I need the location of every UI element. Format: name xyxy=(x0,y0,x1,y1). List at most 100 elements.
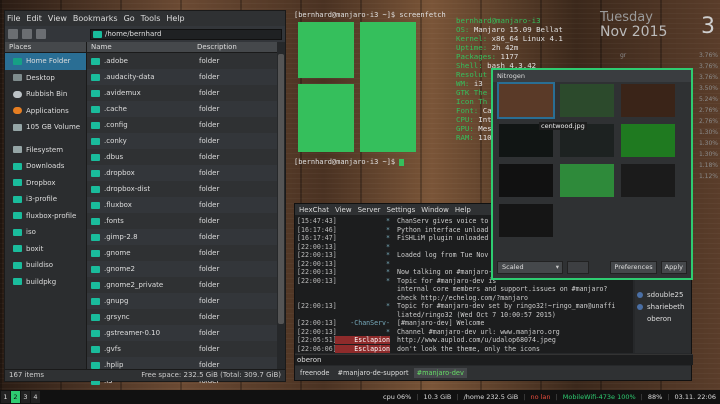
sysinfo-line: WM: i3 xyxy=(456,79,483,88)
up-button[interactable] xyxy=(36,29,46,39)
wallpaper-thumbnail[interactable] xyxy=(499,204,553,237)
menu-file[interactable]: File xyxy=(7,14,20,23)
file-name: .gstreamer-0.10 xyxy=(104,329,161,337)
file-row[interactable]: .gnome folder xyxy=(87,245,285,261)
wifi-status: MobileWifi-473e 100% xyxy=(562,393,636,401)
file-name: .fluxbox xyxy=(104,201,132,209)
channel-tab[interactable]: #manjaro-dev xyxy=(413,368,467,378)
channel-tab[interactable]: freenode xyxy=(297,368,332,378)
sysinfo-line: Uptime: 2h 42m xyxy=(456,43,519,52)
folder-icon xyxy=(13,261,22,269)
workspace-button[interactable]: 2 xyxy=(11,391,20,403)
file-description: folder xyxy=(199,345,220,353)
file-row[interactable]: .gnupg folder xyxy=(87,293,285,309)
folder-icon xyxy=(91,265,100,273)
user-status-icon xyxy=(637,304,643,310)
location-bar[interactable]: /home/bernhard xyxy=(90,28,282,40)
wallpaper-thumbnail[interactable] xyxy=(621,124,675,157)
file-row[interactable]: .dbus folder xyxy=(87,149,285,165)
channel-tab[interactable]: #manjaro-de-support xyxy=(334,368,411,378)
folder-icon xyxy=(13,146,22,154)
file-row[interactable]: .config folder xyxy=(87,117,285,133)
sysinfo-line: CPU: Int xyxy=(456,115,492,124)
file-row[interactable]: .fonts folder xyxy=(87,213,285,229)
place-item[interactable]: buildpkg xyxy=(5,274,86,291)
file-row[interactable]: .grsync folder xyxy=(87,309,285,325)
wallpaper-thumbnail[interactable] xyxy=(560,164,614,197)
file-name: .conky xyxy=(104,137,127,145)
file-row[interactable]: .gnome2 folder xyxy=(87,261,285,277)
place-item[interactable]: buildiso xyxy=(5,257,86,274)
place-item[interactable]: fluxbox-profile xyxy=(5,208,86,225)
color-button[interactable] xyxy=(567,260,589,274)
file-row[interactable]: .conky folder xyxy=(87,133,285,149)
menu-bookmarks[interactable]: Bookmarks xyxy=(73,14,118,23)
menu-tools[interactable]: Tools xyxy=(141,14,161,23)
file-list-scrollbar[interactable] xyxy=(277,42,285,369)
hexchat-menu-item[interactable]: Window xyxy=(421,206,449,214)
apply-button[interactable]: Apply xyxy=(660,260,687,274)
column-description[interactable]: Description xyxy=(193,42,237,52)
hexchat-menu-item[interactable]: Help xyxy=(455,206,471,214)
place-label: 105 GB Volume xyxy=(26,123,81,132)
column-name[interactable]: Name xyxy=(87,42,193,52)
place-item[interactable]: 105 GB Volume xyxy=(5,119,86,136)
wallpaper-thumbnail[interactable] xyxy=(499,164,553,197)
file-row[interactable]: .cache folder xyxy=(87,101,285,117)
place-item[interactable]: boxit xyxy=(5,241,86,258)
file-row[interactable]: .adobe folder xyxy=(87,53,285,69)
file-row[interactable]: .dropbox folder xyxy=(87,165,285,181)
workspace-button[interactable]: 1 xyxy=(1,391,10,403)
mode-select[interactable]: Scaled xyxy=(497,260,563,274)
menu-view[interactable]: View xyxy=(48,14,67,23)
file-description: folder xyxy=(199,329,220,337)
menu-edit[interactable]: Edit xyxy=(26,14,42,23)
file-row[interactable]: .gstreamer-0.10 folder xyxy=(87,325,285,341)
file-row[interactable]: .audacity-data folder xyxy=(87,69,285,85)
place-label: fluxbox-profile xyxy=(26,211,77,220)
menu-go[interactable]: Go xyxy=(124,14,135,23)
file-row[interactable]: .dropbox-dist folder xyxy=(87,181,285,197)
user-item[interactable]: shariebeth xyxy=(637,303,684,311)
place-item[interactable]: Filesystem xyxy=(5,142,86,159)
workspace-button[interactable]: 4 xyxy=(31,391,40,403)
menu-help[interactable]: Help xyxy=(166,14,184,23)
wallpaper-thumbnail[interactable] xyxy=(497,82,555,119)
wallpaper-thumbnail[interactable] xyxy=(621,84,675,117)
chat-line: [22:00:13] -ChanServ- [#manjaro-dev] Welco… xyxy=(297,319,485,327)
place-item[interactable]: Home Folder xyxy=(5,53,86,70)
file-row[interactable]: .fluxbox folder xyxy=(87,197,285,213)
folder-icon xyxy=(13,278,22,286)
cpu-status: cpu 06% xyxy=(383,393,412,401)
user-item[interactable]: oberon xyxy=(637,315,671,323)
hexchat-menu-item[interactable]: Server xyxy=(358,206,381,214)
place-item[interactable]: iso xyxy=(5,224,86,241)
hexchat-menu-item[interactable]: Settings xyxy=(387,206,416,214)
place-item[interactable]: Dropbox xyxy=(5,175,86,192)
hexchat-menu-item[interactable]: HexChat xyxy=(299,206,329,214)
place-item[interactable]: i3-profile xyxy=(5,191,86,208)
file-row[interactable]: .gnome2_private folder xyxy=(87,277,285,293)
preferences-button[interactable]: Preferences xyxy=(610,260,657,274)
wallpaper-thumbnail[interactable] xyxy=(621,164,675,197)
nick-button[interactable]: oberon xyxy=(297,356,321,364)
place-item[interactable]: Rubbish Bin xyxy=(5,86,86,103)
forward-button[interactable] xyxy=(22,29,32,39)
sysinfo-line: GTK The xyxy=(456,88,488,97)
status-item-count: 167 items xyxy=(9,371,45,379)
back-button[interactable] xyxy=(8,29,18,39)
file-row[interactable]: .gvfs folder xyxy=(87,341,285,357)
place-item[interactable]: Desktop xyxy=(5,70,86,87)
place-item[interactable]: Applications xyxy=(5,103,86,120)
wallpaper-thumbnail[interactable] xyxy=(560,84,614,117)
user-item[interactable]: sdouble25 xyxy=(637,291,683,299)
workspace-button[interactable]: 3 xyxy=(21,391,30,403)
file-row[interactable]: .avidemux folder xyxy=(87,85,285,101)
file-name: .gnupg xyxy=(104,297,129,305)
file-row[interactable]: .gimp-2.8 folder xyxy=(87,229,285,245)
hexchat-menu-item[interactable]: View xyxy=(335,206,352,214)
message-input[interactable]: oberon xyxy=(295,354,693,365)
place-item[interactable]: Downloads xyxy=(5,158,86,175)
folder-icon xyxy=(91,297,100,305)
folder-icon xyxy=(91,233,100,241)
